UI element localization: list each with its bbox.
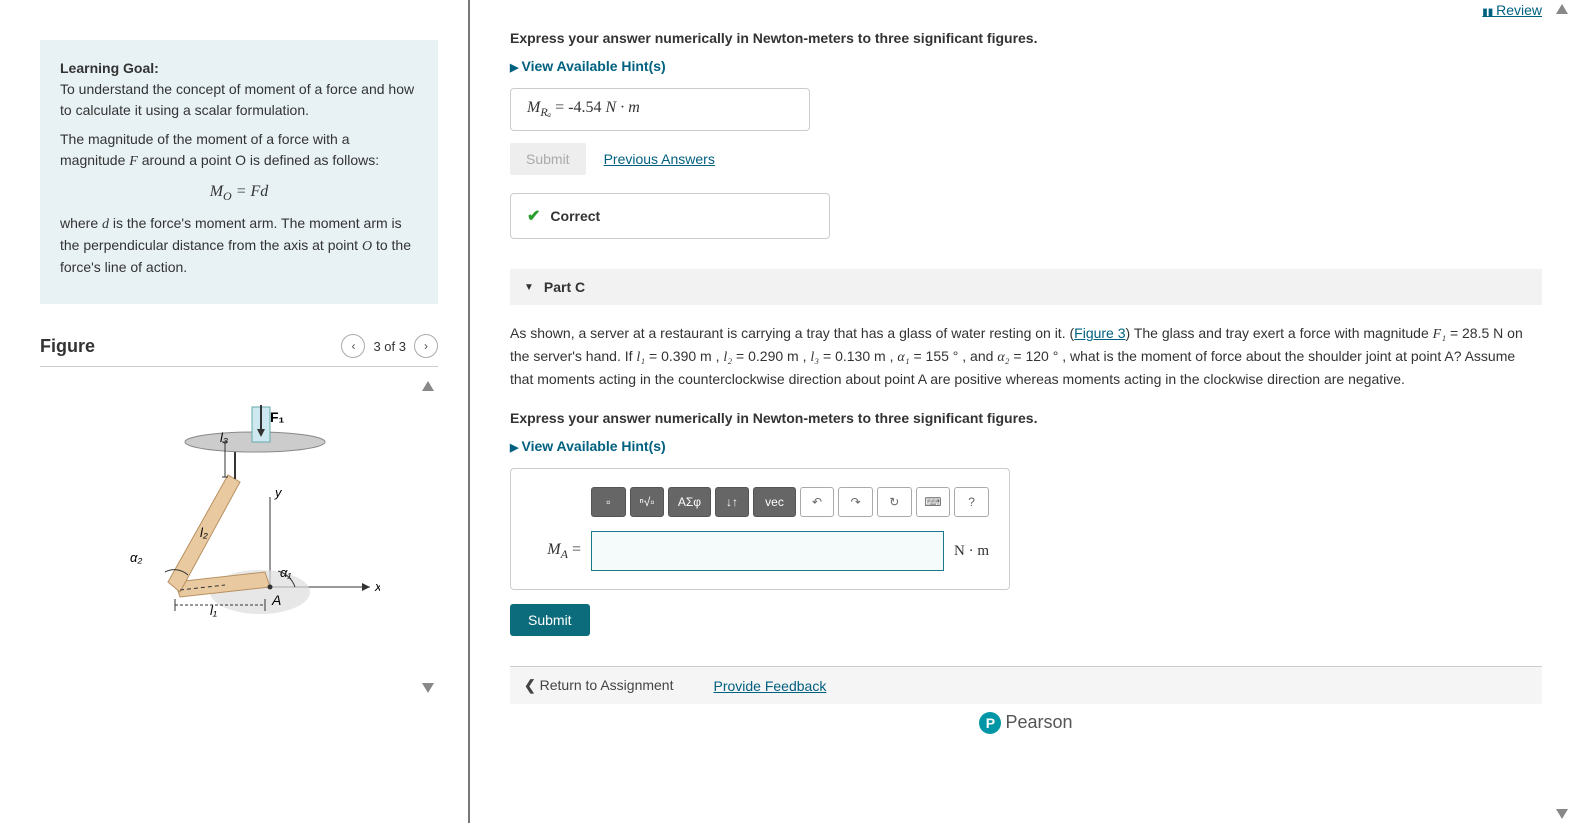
svg-text:A: A xyxy=(271,592,281,608)
figure-title: Figure xyxy=(40,336,95,357)
formula: MO = Fd xyxy=(60,180,418,205)
previous-answers-link[interactable]: Previous Answers xyxy=(604,151,715,167)
figure-prev-button[interactable]: ‹ xyxy=(341,334,365,358)
figure-viewport: x y F₁ xyxy=(40,377,438,697)
svg-text:F₁: F₁ xyxy=(270,409,285,425)
partb-hints-toggle[interactable]: View Available Hint(s) xyxy=(510,58,666,74)
tool-arrows-button[interactable]: ↓↑ xyxy=(715,487,750,517)
partc-problem-text: As shown, a server at a restaurant is ca… xyxy=(510,323,1542,390)
goal-heading: Learning Goal: xyxy=(60,60,159,76)
tool-keyboard-button[interactable]: ⌨ xyxy=(916,487,951,517)
answer-input-panel: ▫ ⁿ√▫ ΑΣφ ↓↑ vec ↶ ↷ ↻ ⌨ ? MA = N · m xyxy=(510,468,1010,590)
tool-help-button[interactable]: ? xyxy=(954,487,989,517)
tool-reset-button[interactable]: ↻ xyxy=(877,487,912,517)
pearson-icon: P xyxy=(979,712,1001,734)
partc-instruction: Express your answer numerically in Newto… xyxy=(510,410,1542,426)
scroll-up-icon[interactable] xyxy=(422,381,434,391)
provide-feedback-link[interactable]: Provide Feedback xyxy=(713,678,826,694)
tool-redo-button[interactable]: ↷ xyxy=(838,487,873,517)
footer-bar: Return to Assignment Provide Feedback xyxy=(510,666,1542,704)
figure-diagram: x y F₁ xyxy=(60,387,380,647)
review-link[interactable]: Review xyxy=(1482,2,1542,18)
main-scroll-up-icon[interactable] xyxy=(1556,4,1568,14)
partb-submit-button: Submit xyxy=(510,143,586,175)
partc-submit-button[interactable]: Submit xyxy=(510,604,590,636)
svg-text:x: x xyxy=(374,579,380,594)
partb-instruction: Express your answer numerically in Newto… xyxy=(510,30,1542,46)
goal-intro: To understand the concept of moment of a… xyxy=(60,81,414,118)
pearson-logo: PPearson xyxy=(510,712,1542,734)
learning-goal-box: Learning Goal: To understand the concept… xyxy=(40,40,438,304)
partc-hints-toggle[interactable]: View Available Hint(s) xyxy=(510,438,666,454)
answer-unit: N · m xyxy=(954,543,989,560)
tool-vec-button[interactable]: vec xyxy=(753,487,795,517)
tool-template-button[interactable]: ▫ xyxy=(591,487,626,517)
answer-variable-label: MA = xyxy=(531,541,581,562)
tool-undo-button[interactable]: ↶ xyxy=(800,487,835,517)
return-to-assignment-link[interactable]: Return to Assignment xyxy=(524,677,673,694)
partc-header[interactable]: ▼ Part C xyxy=(510,269,1542,305)
main-scroll-down-icon[interactable] xyxy=(1556,809,1568,819)
figure-counter: 3 of 3 xyxy=(373,339,406,354)
partc-answer-input[interactable] xyxy=(591,531,944,571)
scroll-down-icon[interactable] xyxy=(422,683,434,693)
correct-feedback: ✔ Correct xyxy=(510,193,830,239)
svg-text:α₂: α₂ xyxy=(130,550,142,565)
partb-answer-display: MRₐ = -4.54 N · m xyxy=(510,88,810,131)
figure3-link[interactable]: Figure 3 xyxy=(1074,325,1125,341)
tool-sqrt-button[interactable]: ⁿ√▫ xyxy=(630,487,665,517)
figure-next-button[interactable]: › xyxy=(414,334,438,358)
check-icon: ✔ xyxy=(527,206,540,226)
svg-text:l₃: l₃ xyxy=(220,430,228,445)
svg-text:l₂: l₂ xyxy=(200,525,208,540)
svg-text:y: y xyxy=(274,485,283,500)
tool-greek-button[interactable]: ΑΣφ xyxy=(668,487,710,517)
collapse-icon: ▼ xyxy=(524,282,534,293)
